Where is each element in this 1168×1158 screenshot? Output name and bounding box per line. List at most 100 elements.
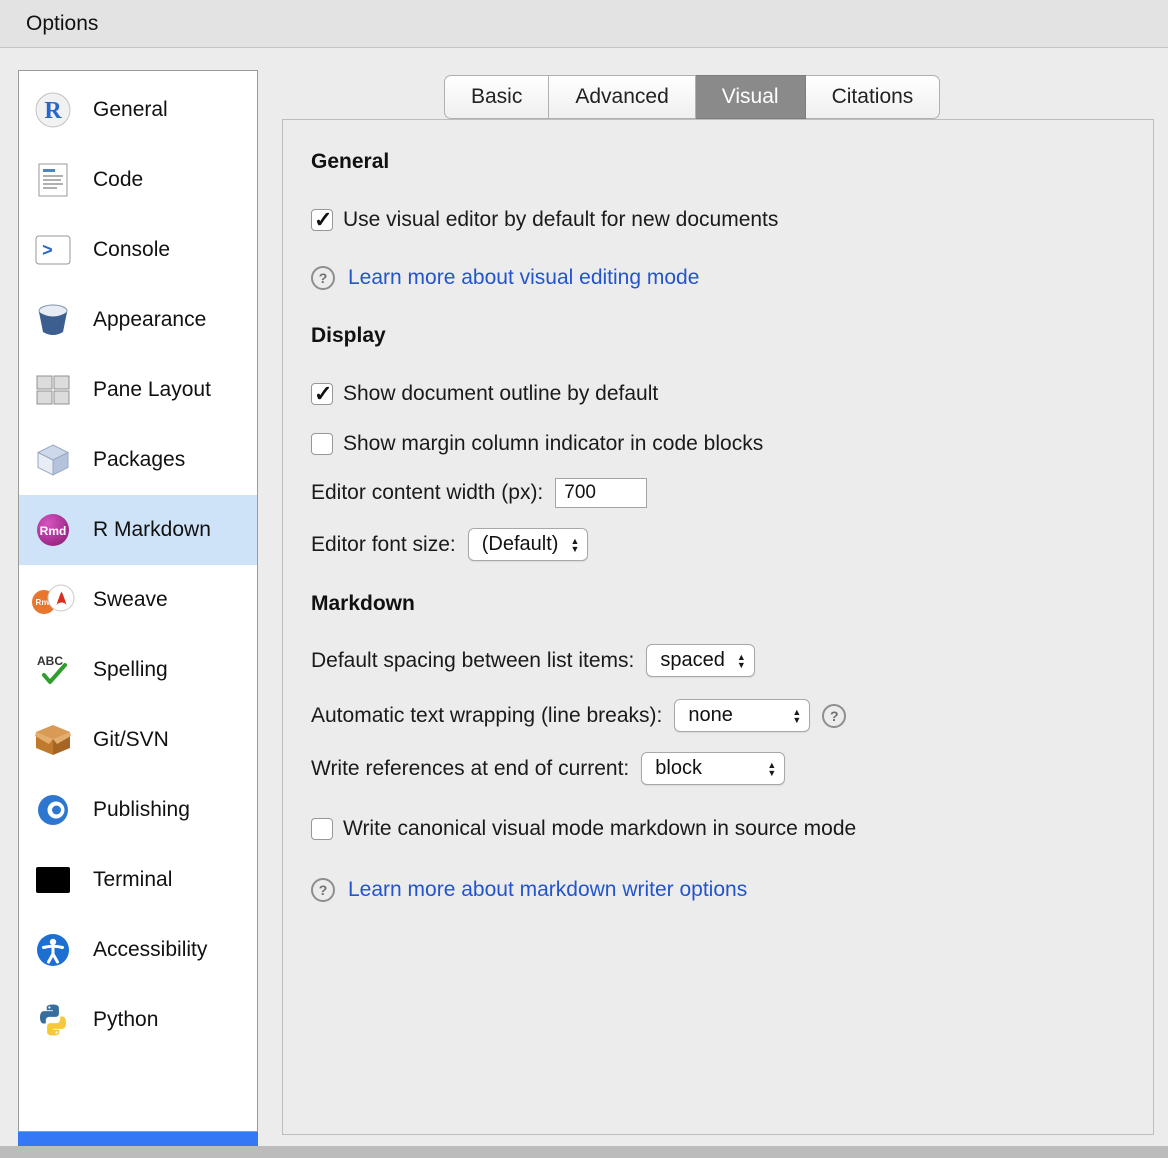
options-sidebar: R General Code > Console Appearance Pane… [18, 70, 258, 1132]
terminal-icon [31, 860, 75, 900]
write-references-row: Write references at end of current: bloc… [311, 752, 785, 785]
sidebar-item-label: Code [93, 168, 143, 192]
code-file-icon [31, 160, 75, 200]
stepper-arrows-icon [737, 653, 746, 669]
learn-markdown-writer-link[interactable]: Learn more about markdown writer options [348, 878, 747, 902]
bottom-accent-bar [18, 1132, 258, 1146]
sidebar-item-label: Publishing [93, 798, 190, 822]
use-visual-editor-checkbox[interactable] [311, 209, 333, 231]
sidebar-item-label: Packages [93, 448, 185, 472]
spelling-check-icon: ABC [31, 650, 75, 690]
sidebar-item-packages[interactable]: Packages [19, 425, 257, 495]
publishing-icon [31, 790, 75, 830]
tab-bar: Basic Advanced Visual Citations [444, 75, 940, 119]
sidebar-item-sweave[interactable]: Rnw Sweave [19, 565, 257, 635]
canonical-markdown-checkbox[interactable] [311, 818, 333, 840]
show-outline-label[interactable]: Show document outline by default [343, 382, 658, 406]
canonical-markdown-row: Write canonical visual mode markdown in … [311, 817, 856, 841]
sidebar-item-accessibility[interactable]: Accessibility [19, 915, 257, 985]
svg-text:ABC: ABC [37, 654, 63, 668]
sidebar-item-label: Git/SVN [93, 728, 169, 752]
list-spacing-value: spaced [660, 649, 725, 672]
sidebar-item-console[interactable]: > Console [19, 215, 257, 285]
editor-content-width-row: Editor content width (px): [311, 478, 647, 508]
list-spacing-select[interactable]: spaced [646, 644, 754, 677]
svg-text:R: R [44, 98, 62, 124]
markdown-writer-help-row: Learn more about markdown writer options [311, 878, 747, 902]
sidebar-item-label: Sweave [93, 588, 168, 612]
editor-content-width-label: Editor content width (px): [311, 481, 543, 505]
sidebar-item-label: R Markdown [93, 518, 211, 542]
editor-content-width-input[interactable] [555, 478, 647, 508]
sidebar-item-label: General [93, 98, 168, 122]
sidebar-item-label: Pane Layout [93, 378, 211, 402]
stepper-arrows-icon [792, 708, 801, 724]
sidebar-item-spelling[interactable]: ABC Spelling [19, 635, 257, 705]
visual-editing-help-row: Learn more about visual editing mode [311, 266, 699, 290]
general-section-heading: General [311, 150, 389, 174]
sidebar-item-publishing[interactable]: Publishing [19, 775, 257, 845]
sidebar-item-r-markdown[interactable]: Rmd R Markdown [19, 495, 257, 565]
window-title: Options [26, 12, 98, 36]
sweave-icon: Rnw [31, 580, 75, 620]
help-icon[interactable] [311, 878, 335, 902]
accessibility-icon [31, 930, 75, 970]
sidebar-item-code[interactable]: Code [19, 145, 257, 215]
sidebar-item-python[interactable]: Python [19, 985, 257, 1055]
python-icon [31, 1000, 75, 1040]
text-wrapping-row: Automatic text wrapping (line breaks): n… [311, 699, 846, 732]
packages-cube-icon [31, 440, 75, 480]
help-icon[interactable] [822, 704, 846, 728]
show-outline-checkbox[interactable] [311, 383, 333, 405]
write-references-label: Write references at end of current: [311, 757, 629, 781]
sidebar-item-terminal[interactable]: Terminal [19, 845, 257, 915]
stepper-arrows-icon [570, 537, 579, 553]
list-spacing-row: Default spacing between list items: spac… [311, 644, 755, 677]
markdown-section-heading: Markdown [311, 592, 415, 616]
sidebar-item-appearance[interactable]: Appearance [19, 285, 257, 355]
editor-font-size-select[interactable]: (Default) [468, 528, 589, 561]
use-visual-editor-row: Use visual editor by default for new doc… [311, 208, 778, 232]
r-logo-icon: R [31, 90, 75, 130]
show-margin-row: Show margin column indicator in code blo… [311, 432, 763, 456]
show-margin-checkbox[interactable] [311, 433, 333, 455]
text-wrapping-value: none [688, 704, 733, 727]
git-svn-box-icon [31, 720, 75, 760]
console-icon: > [31, 230, 75, 270]
sidebar-item-label: Python [93, 1008, 158, 1032]
help-icon[interactable] [311, 266, 335, 290]
stepper-arrows-icon [767, 761, 776, 777]
show-margin-label[interactable]: Show margin column indicator in code blo… [343, 432, 763, 456]
write-references-select[interactable]: block [641, 752, 785, 785]
sidebar-item-label: Terminal [93, 868, 172, 892]
editor-font-size-row: Editor font size: (Default) [311, 528, 588, 561]
tab-visual[interactable]: Visual [696, 75, 806, 119]
list-spacing-label: Default spacing between list items: [311, 649, 634, 673]
paint-bucket-icon [31, 300, 75, 340]
window-bottom-edge [0, 1146, 1168, 1158]
editor-font-size-label: Editor font size: [311, 533, 456, 557]
sidebar-item-label: Accessibility [93, 938, 207, 962]
sidebar-item-pane-layout[interactable]: Pane Layout [19, 355, 257, 425]
sidebar-item-label: Appearance [93, 308, 206, 332]
canonical-markdown-label[interactable]: Write canonical visual mode markdown in … [343, 817, 856, 841]
pane-layout-icon [31, 370, 75, 410]
sidebar-item-label: Spelling [93, 658, 168, 682]
show-outline-row: Show document outline by default [311, 382, 658, 406]
svg-text:Rmd: Rmd [40, 524, 67, 538]
use-visual-editor-label[interactable]: Use visual editor by default for new doc… [343, 208, 778, 232]
sidebar-item-label: Console [93, 238, 170, 262]
tab-advanced[interactable]: Advanced [549, 75, 695, 119]
write-references-value: block [655, 757, 702, 780]
text-wrapping-select[interactable]: none [674, 699, 810, 732]
editor-font-size-value: (Default) [482, 533, 559, 556]
sidebar-item-git-svn[interactable]: Git/SVN [19, 705, 257, 775]
tab-citations[interactable]: Citations [806, 75, 941, 119]
svg-text:>: > [42, 242, 53, 262]
learn-visual-editing-link[interactable]: Learn more about visual editing mode [348, 266, 699, 290]
window-titlebar: Options [0, 0, 1168, 48]
display-section-heading: Display [311, 324, 386, 348]
sidebar-item-general[interactable]: R General [19, 75, 257, 145]
tab-basic[interactable]: Basic [444, 75, 549, 119]
text-wrapping-label: Automatic text wrapping (line breaks): [311, 704, 662, 728]
